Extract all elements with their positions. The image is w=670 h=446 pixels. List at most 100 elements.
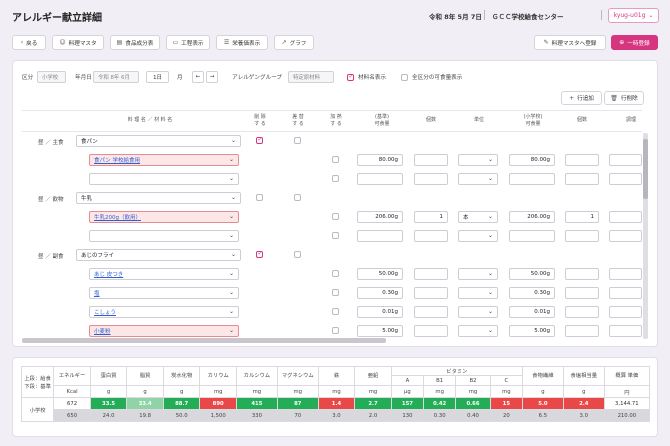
ingredient-select[interactable]: ⌄ (89, 173, 239, 185)
unit-select[interactable]: ⌄ (458, 325, 498, 337)
dish-select[interactable]: 牛乳 ⌄ (76, 192, 241, 204)
school-amount-input[interactable] (509, 230, 555, 242)
heat-checkbox[interactable] (332, 327, 339, 334)
ingredient-select[interactable]: 食パン 学校給食用 ⌄ (89, 154, 239, 166)
heat-checkbox[interactable] (332, 232, 339, 239)
back-button[interactable]: ‹ 戻る (12, 35, 46, 50)
substitute-checkbox[interactable] (294, 251, 301, 258)
count-input[interactable] (414, 306, 448, 318)
dish-master-button[interactable]: ☺ 料理マスタ (52, 35, 104, 50)
unit-select[interactable]: ⌄ (458, 306, 498, 318)
std-amount-input[interactable]: 0.30g (357, 287, 403, 299)
next-day-button[interactable]: → (206, 71, 218, 83)
food-table-button[interactable]: ▤ 食品成分表 (110, 35, 160, 50)
show-all-checkbox[interactable] (401, 74, 408, 81)
ingredient-name[interactable]: あじ 皮つき (94, 270, 123, 278)
day-field[interactable]: 1日 (146, 71, 169, 83)
count-input[interactable] (414, 287, 448, 299)
heat-checkbox[interactable] (332, 270, 339, 277)
count2-input[interactable] (565, 268, 599, 280)
add-row-button[interactable]: + 行追加 (561, 91, 602, 105)
extra-input[interactable] (609, 211, 642, 223)
school-amount-input[interactable]: 50.00g (509, 268, 555, 280)
user-menu-button[interactable]: kyug-u01g ⌄ (608, 8, 659, 23)
count2-input[interactable]: 1 (565, 211, 599, 223)
ingredient-name[interactable]: 牛乳200g（飲用） (94, 213, 141, 221)
extra-input[interactable] (609, 306, 642, 318)
std-amount-input[interactable]: 80.00g (357, 154, 403, 166)
std-amount-input[interactable]: 206.00g (357, 211, 403, 223)
extra-input[interactable] (609, 287, 642, 299)
nutrition-button[interactable]: ☰ 栄養価表示 (216, 35, 268, 50)
chevron-down-icon: ⌄ (228, 289, 234, 296)
save-icon: ⊕ (619, 39, 625, 46)
heat-checkbox[interactable] (332, 213, 339, 220)
unit-select[interactable]: ⌄ (458, 230, 498, 242)
extra-input[interactable] (609, 325, 642, 337)
prev-day-button[interactable]: ← (192, 71, 204, 83)
temp-save-button[interactable]: ⊕ 一時登録 (611, 35, 658, 50)
school-amount-input[interactable]: 80.00g (509, 154, 555, 166)
unit-select[interactable]: ⌄ (458, 268, 498, 280)
heat-checkbox[interactable] (332, 289, 339, 296)
ingredient-select[interactable]: 牛乳200g（飲用） ⌄ (89, 211, 239, 223)
heat-checkbox[interactable] (332, 175, 339, 182)
dish-select[interactable]: あじのフライ ⌄ (76, 249, 241, 261)
ingredient-select[interactable]: ⌄ (89, 230, 239, 242)
count-input[interactable] (414, 325, 448, 337)
graph-button[interactable]: ↗ グラフ (274, 35, 314, 50)
dish-select[interactable]: 食パン ⌄ (76, 135, 241, 147)
extra-input[interactable] (609, 268, 642, 280)
count2-input[interactable] (565, 173, 599, 185)
std-amount-input[interactable] (357, 173, 403, 185)
school-amount-input[interactable]: 0.01g (509, 306, 555, 318)
show-material-checkbox[interactable] (347, 73, 354, 81)
count-input[interactable] (414, 268, 448, 280)
extra-input[interactable] (609, 154, 642, 166)
count2-input[interactable] (565, 154, 599, 166)
heat-checkbox[interactable] (332, 156, 339, 163)
school-amount-input[interactable] (509, 173, 555, 185)
count2-input[interactable] (565, 306, 599, 318)
count2-input[interactable] (565, 287, 599, 299)
count-input[interactable] (414, 173, 448, 185)
delete-row-button[interactable]: 🗑 行削除 (604, 91, 644, 105)
school-amount-input[interactable]: 5.00g (509, 325, 555, 337)
school-amount-input[interactable]: 206.00g (509, 211, 555, 223)
std-amount-input[interactable] (357, 230, 403, 242)
std-amount-input[interactable]: 0.01g (357, 306, 403, 318)
remove-checkbox[interactable] (256, 250, 263, 258)
remove-checkbox[interactable] (256, 194, 263, 201)
count2-input[interactable] (565, 325, 599, 337)
ingredient-name[interactable]: 食パン 学校給食用 (94, 156, 140, 164)
remove-checkbox[interactable] (256, 136, 263, 144)
ingredient-name[interactable]: 小麦粉 (94, 327, 111, 335)
ingredient-name[interactable]: こしょう (94, 308, 116, 316)
std-amount-input[interactable]: 50.00g (357, 268, 403, 280)
ingredient-select[interactable]: 塩 ⌄ (89, 287, 239, 299)
count2-input[interactable] (565, 230, 599, 242)
substitute-checkbox[interactable] (294, 137, 301, 144)
vertical-scrollbar-thumb[interactable] (643, 139, 648, 199)
count-input[interactable]: 1 (414, 211, 448, 223)
process-button[interactable]: ▭ 工程表示 (166, 35, 210, 50)
count-input[interactable] (414, 230, 448, 242)
unit-select[interactable]: ⌄ (458, 154, 498, 166)
heat-checkbox[interactable] (332, 308, 339, 315)
unit-select[interactable]: ⌄ (458, 287, 498, 299)
ingredient-select[interactable]: こしょう ⌄ (89, 306, 239, 318)
std-amount-input[interactable]: 5.00g (357, 325, 403, 337)
ingredient-select[interactable]: 小麦粉 ⌄ (89, 325, 239, 337)
register-dish-button[interactable]: ✎ 料理マスタへ登録 (534, 35, 606, 50)
unit-select[interactable]: ⌄ (458, 173, 498, 185)
substitute-checkbox[interactable] (294, 194, 301, 201)
header-divider (22, 131, 642, 132)
extra-input[interactable] (609, 173, 642, 185)
ingredient-select[interactable]: あじ 皮つき ⌄ (89, 268, 239, 280)
horizontal-scrollbar[interactable] (22, 338, 386, 343)
extra-input[interactable] (609, 230, 642, 242)
ingredient-name[interactable]: 塩 (94, 289, 100, 297)
count-input[interactable] (414, 154, 448, 166)
unit-select[interactable]: 本 ⌄ (458, 211, 498, 223)
school-amount-input[interactable]: 0.30g (509, 287, 555, 299)
